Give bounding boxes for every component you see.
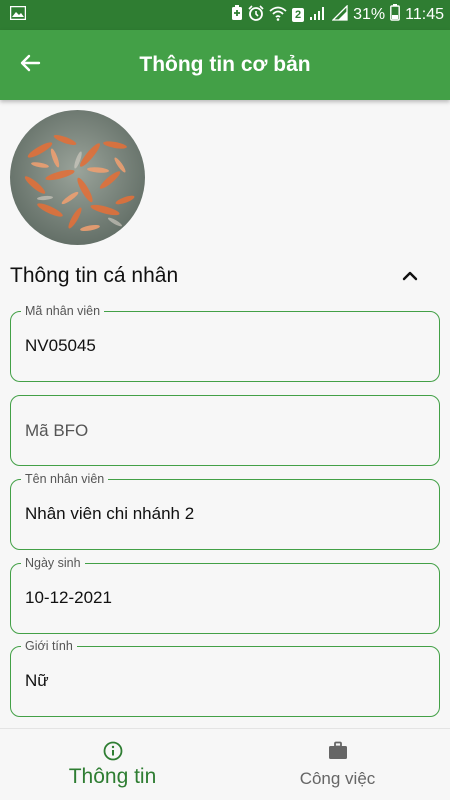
nav-item-work[interactable]: Công việc xyxy=(225,729,450,800)
field-placeholder: Mã BFO xyxy=(25,421,89,440)
info-icon xyxy=(103,741,123,761)
employee-code-field[interactable]: Mã nhân viên NV05045 xyxy=(10,304,440,382)
field-value: NV05045 xyxy=(25,336,96,355)
bottom-navigation: Thông tin Công việc xyxy=(0,728,450,800)
nav-item-info[interactable]: Thông tin xyxy=(0,729,225,800)
section-title: Thông tin cá nhân xyxy=(10,264,179,287)
back-button[interactable] xyxy=(14,49,46,81)
field-label: Tên nhân viên xyxy=(21,472,109,486)
personal-info-section-header[interactable]: Thông tin cá nhân xyxy=(10,258,440,294)
field-label: Giới tính xyxy=(21,639,77,653)
field-value: Nhân viên chi nhánh 2 xyxy=(25,504,195,523)
employee-name-field[interactable]: Tên nhân viên Nhân viên chi nhánh 2 xyxy=(10,472,440,550)
briefcase-icon xyxy=(328,741,348,761)
fish-photo xyxy=(10,110,145,245)
avatar[interactable] xyxy=(10,110,145,245)
field-label: Mã nhân viên xyxy=(21,304,105,318)
gender-field[interactable]: Giới tính Nữ xyxy=(10,639,440,717)
battery-percent: 31% xyxy=(353,6,386,23)
signal-icon xyxy=(331,3,348,26)
chevron-up-icon[interactable] xyxy=(400,266,420,286)
wifi-icon xyxy=(269,5,287,26)
image-icon xyxy=(9,5,27,25)
nav-item-label: Thông tin xyxy=(68,765,157,788)
clock-time: 11:45 xyxy=(405,6,444,23)
field-value: 10-12-2021 xyxy=(25,588,112,607)
nav-item-label: Công việc xyxy=(299,769,376,788)
status-bar: 2 31% 11:45 xyxy=(0,0,450,30)
arrow-left-icon xyxy=(18,51,42,80)
page-title: Thông tin cơ bản xyxy=(139,53,311,76)
battery-icon xyxy=(390,4,401,26)
bfo-code-field[interactable]: Mã BFO xyxy=(10,395,440,466)
alarm-icon xyxy=(248,4,264,26)
app-bar: Thông tin cơ bản xyxy=(0,30,450,100)
notification-count-badge: 2 xyxy=(291,8,305,22)
field-value: Nữ xyxy=(25,671,49,690)
field-label: Ngày sinh xyxy=(21,556,85,570)
battery-saver-icon xyxy=(231,4,243,26)
signal-icon xyxy=(309,5,327,26)
birth-date-field[interactable]: Ngày sinh 10-12-2021 xyxy=(10,556,440,634)
